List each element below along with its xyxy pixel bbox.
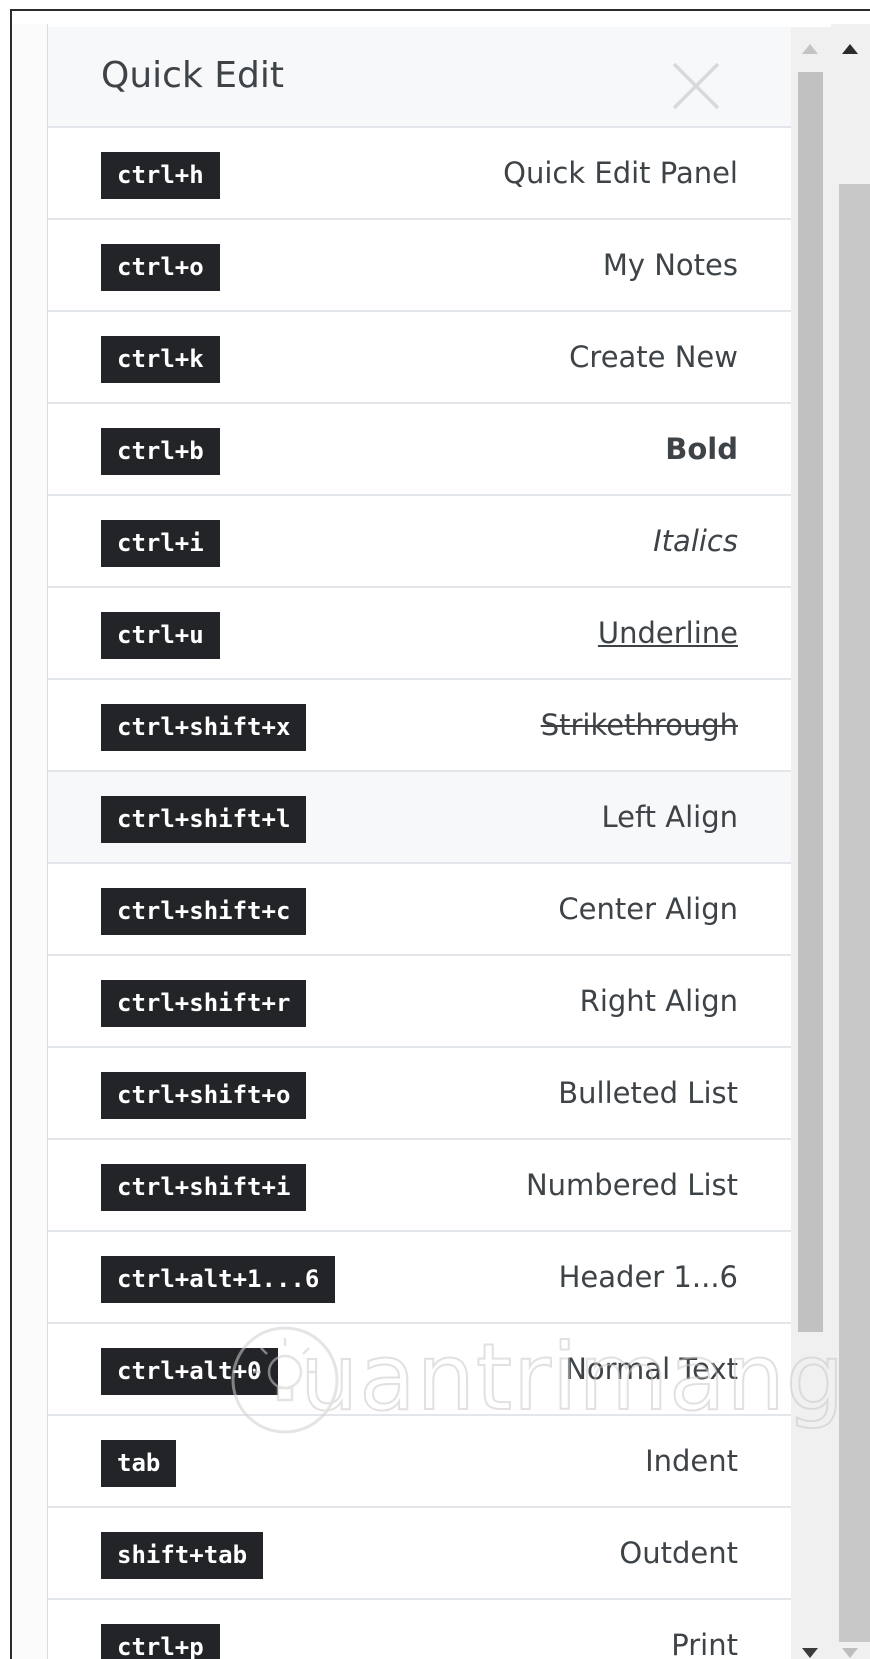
shortcut-key-badge: ctrl+h: [101, 152, 220, 199]
quick-edit-panel: Quick Edit ctrl+h Quick Edit Panel ctrl+o M…: [48, 27, 791, 1659]
shortcut-row: ctrl+b Bold: [48, 404, 791, 496]
shortcut-key-badge: tab: [101, 1440, 177, 1487]
shortcut-action-label: Italics: [653, 524, 738, 558]
page-scrollbar-thumb[interactable]: [839, 184, 870, 1642]
shortcut-row: ctrl+u Underline: [48, 588, 791, 680]
shortcut-action-label: Normal Text: [565, 1352, 738, 1386]
shortcut-action-label: Indent: [645, 1444, 738, 1478]
shortcut-list: ctrl+h Quick Edit Panel ctrl+o My Notes ctrl…: [48, 128, 791, 1659]
page-scroll-up-arrow-icon[interactable]: [841, 43, 859, 55]
shortcut-key-badge: ctrl+shift+i: [101, 1164, 307, 1211]
shortcut-action-label: Strikethrough: [540, 708, 738, 742]
shortcut-key-badge: ctrl+shift+r: [101, 980, 307, 1027]
shortcut-row: tab Indent: [48, 1416, 791, 1508]
shortcut-row: ctrl+shift+o Bulleted List: [48, 1048, 791, 1140]
shortcut-action-label: Header 1...6: [558, 1260, 738, 1294]
shortcut-row: shift+tab Outdent: [48, 1508, 791, 1600]
scroll-up-arrow-icon[interactable]: [801, 43, 819, 55]
shortcut-row: ctrl+shift+c Center Align: [48, 864, 791, 956]
shortcut-key-badge: ctrl+i: [101, 520, 220, 567]
close-icon: [672, 62, 720, 110]
shortcut-row: ctrl+shift+r Right Align: [48, 956, 791, 1048]
shortcut-key-badge: ctrl+u: [101, 612, 220, 659]
shortcut-row: ctrl+shift+x Strikethrough: [48, 680, 791, 772]
shortcut-key-badge: ctrl+o: [101, 244, 220, 291]
shortcut-row: ctrl+p Print: [48, 1600, 791, 1659]
scroll-down-arrow-icon[interactable]: [801, 1647, 819, 1659]
page-scroll-down-arrow-icon[interactable]: [841, 1647, 859, 1659]
shortcut-action-label: Bulleted List: [558, 1076, 738, 1110]
shortcut-row: ctrl+alt+1...6 Header 1...6: [48, 1232, 791, 1324]
shortcut-key-badge: ctrl+alt+1...6: [101, 1256, 336, 1303]
shortcut-action-label: Center Align: [558, 892, 738, 926]
page-scrollbar[interactable]: [831, 24, 870, 1659]
shortcut-action-label: Left Align: [601, 800, 738, 834]
panel-title: Quick Edit: [101, 55, 284, 96]
shortcut-key-badge: shift+tab: [101, 1532, 264, 1579]
shortcut-action-label: Outdent: [619, 1536, 738, 1570]
shortcut-key-badge: ctrl+b: [101, 428, 220, 475]
shortcut-row: ctrl+i Italics: [48, 496, 791, 588]
shortcut-key-badge: ctrl+shift+l: [101, 796, 307, 843]
shortcut-row: ctrl+o My Notes: [48, 220, 791, 312]
shortcut-action-label: My Notes: [602, 248, 738, 282]
panel-scrollbar-thumb[interactable]: [798, 72, 823, 1332]
shortcut-row: ctrl+h Quick Edit Panel: [48, 128, 791, 220]
panel-header: Quick Edit: [48, 27, 791, 128]
shortcut-key-badge: ctrl+alt+0: [101, 1348, 278, 1395]
shortcut-row: ctrl+shift+i Numbered List: [48, 1140, 791, 1232]
shortcut-action-label: Print: [671, 1628, 738, 1659]
shortcut-action-label: Underline: [597, 616, 738, 650]
shortcut-key-badge: ctrl+shift+o: [101, 1072, 307, 1119]
shortcut-key-badge: ctrl+k: [101, 336, 220, 383]
shortcut-key-badge: ctrl+shift+x: [101, 704, 307, 751]
close-button[interactable]: [668, 58, 724, 114]
shortcut-key-badge: ctrl+p: [101, 1624, 220, 1659]
panel-scrollbar[interactable]: [791, 27, 831, 1659]
shortcut-action-label: Create New: [569, 340, 738, 374]
shortcut-key-badge: ctrl+shift+c: [101, 888, 307, 935]
shortcut-row: ctrl+shift+l Left Align: [48, 772, 791, 864]
shortcut-action-label: Numbered List: [525, 1168, 738, 1202]
shortcut-action-label: Bold: [665, 432, 738, 466]
shortcut-action-label: Quick Edit Panel: [503, 156, 738, 190]
shortcut-row: ctrl+alt+0 Normal Text: [48, 1324, 791, 1416]
shortcut-action-label: Right Align: [579, 984, 738, 1018]
left-gutter: [12, 24, 48, 1659]
shortcut-row: ctrl+k Create New: [48, 312, 791, 404]
